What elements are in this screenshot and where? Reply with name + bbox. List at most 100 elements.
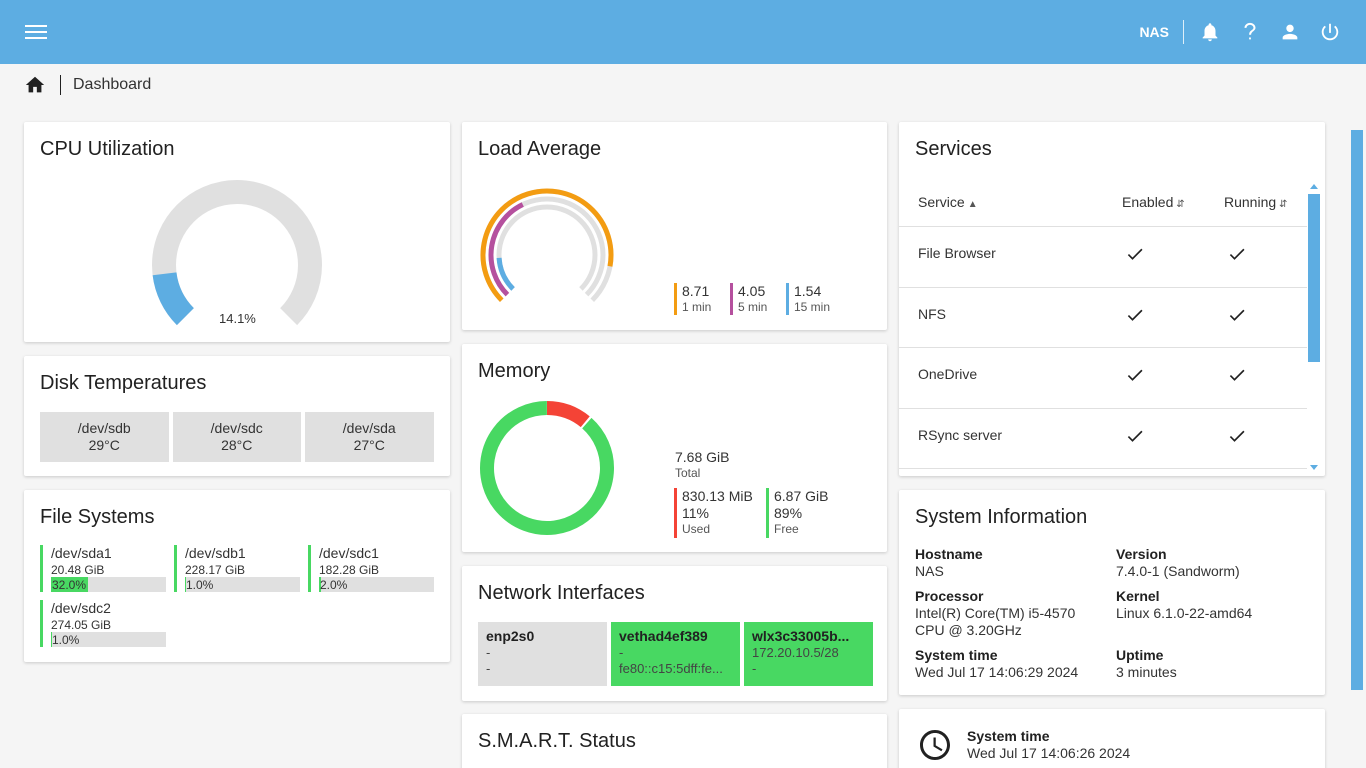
load-value: 4.05 xyxy=(738,283,766,299)
check-icon xyxy=(1227,426,1247,446)
network-interface-tile[interactable]: enp2s0 - - xyxy=(478,622,607,686)
scroll-up-icon[interactable] xyxy=(1310,184,1318,189)
page-scrollbar[interactable] xyxy=(1351,130,1363,690)
system-time-text: System time Wed Jul 17 14:06:26 2024 xyxy=(967,728,1130,762)
network-interface-tile[interactable]: vethad4ef389 - fe80::c15:5dff:fe... xyxy=(611,622,740,686)
filesystem-size: 20.48 GiB xyxy=(51,563,105,577)
check-icon xyxy=(1227,244,1247,264)
column-header-label: Service xyxy=(918,194,965,210)
help-icon[interactable] xyxy=(1230,12,1270,52)
load-label: 5 min xyxy=(738,300,768,314)
load-1min: 8.71 1 min xyxy=(674,283,711,315)
sysinfo-system-time: System time Wed Jul 17 14:06:29 2024 xyxy=(915,647,1078,681)
menu-icon[interactable] xyxy=(24,22,48,42)
memory-free-pct: 89% xyxy=(774,505,803,521)
memory-free-value: 6.87 GiB xyxy=(774,488,829,504)
smart-status-card: S.M.A.R.T. Status xyxy=(462,714,887,768)
power-icon[interactable] xyxy=(1310,12,1350,52)
sysinfo-key: Hostname xyxy=(915,546,983,562)
load-15min: 1.54 15 min xyxy=(786,283,830,315)
card-title: System Information xyxy=(915,506,1088,528)
filesystem-usage-bar: 1.0% xyxy=(185,577,300,592)
disk-temp-tile: /dev/sdb 29°C xyxy=(40,412,169,462)
home-icon[interactable] xyxy=(24,74,46,96)
check-icon xyxy=(1227,365,1247,385)
disk-device: /dev/sdb xyxy=(77,420,131,436)
filesystem-device: /dev/sdb1 xyxy=(185,545,246,561)
breadcrumb-current: Dashboard xyxy=(73,76,152,93)
clock-icon xyxy=(917,727,953,763)
sysinfo-value: Linux 6.1.0-22-amd64 xyxy=(1116,605,1253,621)
user-icon[interactable] xyxy=(1270,12,1310,52)
sysinfo-key: Uptime xyxy=(1116,647,1164,663)
cpu-utilization-card: CPU Utilization 14.1% xyxy=(24,122,450,342)
filesystem-usage-bar: 32.0% xyxy=(51,577,166,592)
sysinfo-uptime: Uptime 3 minutes xyxy=(1116,647,1177,681)
network-interface-tile[interactable]: wlx3c33005b... 172.20.10.5/28 - xyxy=(744,622,873,686)
system-time-value: Wed Jul 17 14:06:26 2024 xyxy=(967,745,1131,761)
card-title: Services xyxy=(915,138,992,160)
network-list: enp2s0 - - vethad4ef389 - fe80::c15:5dff… xyxy=(478,622,873,686)
table-row[interactable]: File Browser xyxy=(899,226,1307,286)
services-scrollbar[interactable] xyxy=(1308,184,1320,474)
interface-name: vethad4ef389 xyxy=(619,628,708,644)
sysinfo-key: Version xyxy=(1116,546,1167,562)
filesystem-size: 274.05 GiB xyxy=(51,618,112,632)
filesystem-usage-bar: 1.0% xyxy=(51,632,166,647)
sysinfo-kernel: Kernel Linux 6.1.0-22-amd64 xyxy=(1116,588,1252,622)
interface-address: fe80::c15:5dff:fe... xyxy=(619,661,723,676)
network-interfaces-card: Network Interfaces enp2s0 - - vethad4ef3… xyxy=(462,566,887,701)
load-value: 1.54 xyxy=(794,283,822,299)
check-icon xyxy=(1227,305,1247,325)
system-time-label: System time xyxy=(967,728,1050,744)
column-header-running[interactable]: Running ⇵ xyxy=(1224,194,1288,210)
memory-used-value: 830.13 MiB xyxy=(682,488,753,504)
disk-device: /dev/sda xyxy=(342,420,396,436)
sysinfo-version: Version 7.4.0-1 (Sandworm) xyxy=(1116,546,1240,580)
interface-address: - xyxy=(486,645,491,660)
memory-used-label: Used xyxy=(682,522,711,536)
file-systems-card: File Systems /dev/sda1 20.48 GiB 32.0% /… xyxy=(24,490,450,662)
column-header-service[interactable]: Service ▲ xyxy=(918,194,978,210)
table-row-divider xyxy=(899,468,1307,476)
disk-temp: 29°C xyxy=(88,437,120,453)
filesystem-usage-pct: 2.0% xyxy=(320,578,348,592)
sysinfo-value: Wed Jul 17 14:06:29 2024 xyxy=(915,664,1079,680)
check-icon xyxy=(1125,244,1145,264)
check-icon xyxy=(1125,305,1145,325)
sysinfo-value: 7.4.0-1 (Sandworm) xyxy=(1116,563,1240,579)
load-label: 15 min xyxy=(794,300,831,314)
interface-name: enp2s0 xyxy=(486,628,535,644)
load-value: 8.71 xyxy=(682,283,710,299)
filesystem-usage-pct: 1.0% xyxy=(52,633,80,647)
disk-temp: 28°C xyxy=(221,437,253,453)
column-header-label: Running xyxy=(1224,194,1277,210)
memory-free-label: Free xyxy=(774,522,799,536)
memory-total: 7.68 GiB Total xyxy=(667,449,729,481)
memory-total-label: Total xyxy=(675,466,701,480)
interface-address: - xyxy=(486,661,491,676)
scroll-thumb[interactable] xyxy=(1308,194,1320,362)
memory-used-arc xyxy=(546,401,590,428)
disk-device: /dev/sdc xyxy=(210,420,263,436)
memory-free: 6.87 GiB 89% Free xyxy=(766,488,829,538)
load-average-card: Load Average 8.71 1 min 4.05 5 min 1.54 … xyxy=(462,122,887,330)
check-icon xyxy=(1125,365,1145,385)
filesystem-usage-pct: 32.0% xyxy=(52,578,87,592)
table-row[interactable]: RSync server xyxy=(899,408,1307,468)
load-5min: 4.05 5 min xyxy=(730,283,767,315)
table-row[interactable]: NFS xyxy=(899,287,1307,347)
memory-used-pct: 11% xyxy=(682,505,709,521)
check-icon xyxy=(1125,426,1145,446)
disk-temperatures-card: Disk Temperatures /dev/sdb 29°C /dev/sdc… xyxy=(24,356,450,476)
top-bar-actions: NAS xyxy=(1139,0,1366,64)
scroll-down-icon[interactable] xyxy=(1310,465,1318,470)
filesystem-device: /dev/sdc2 xyxy=(51,600,111,616)
column-header-enabled[interactable]: Enabled ⇵ xyxy=(1122,194,1185,210)
sysinfo-key: Kernel xyxy=(1116,588,1160,604)
bell-icon[interactable] xyxy=(1190,12,1230,52)
service-name: OneDrive xyxy=(918,366,978,382)
sysinfo-hostname: Hostname NAS xyxy=(915,546,983,580)
interface-address: - xyxy=(619,645,624,660)
table-row[interactable]: OneDrive xyxy=(899,347,1307,407)
